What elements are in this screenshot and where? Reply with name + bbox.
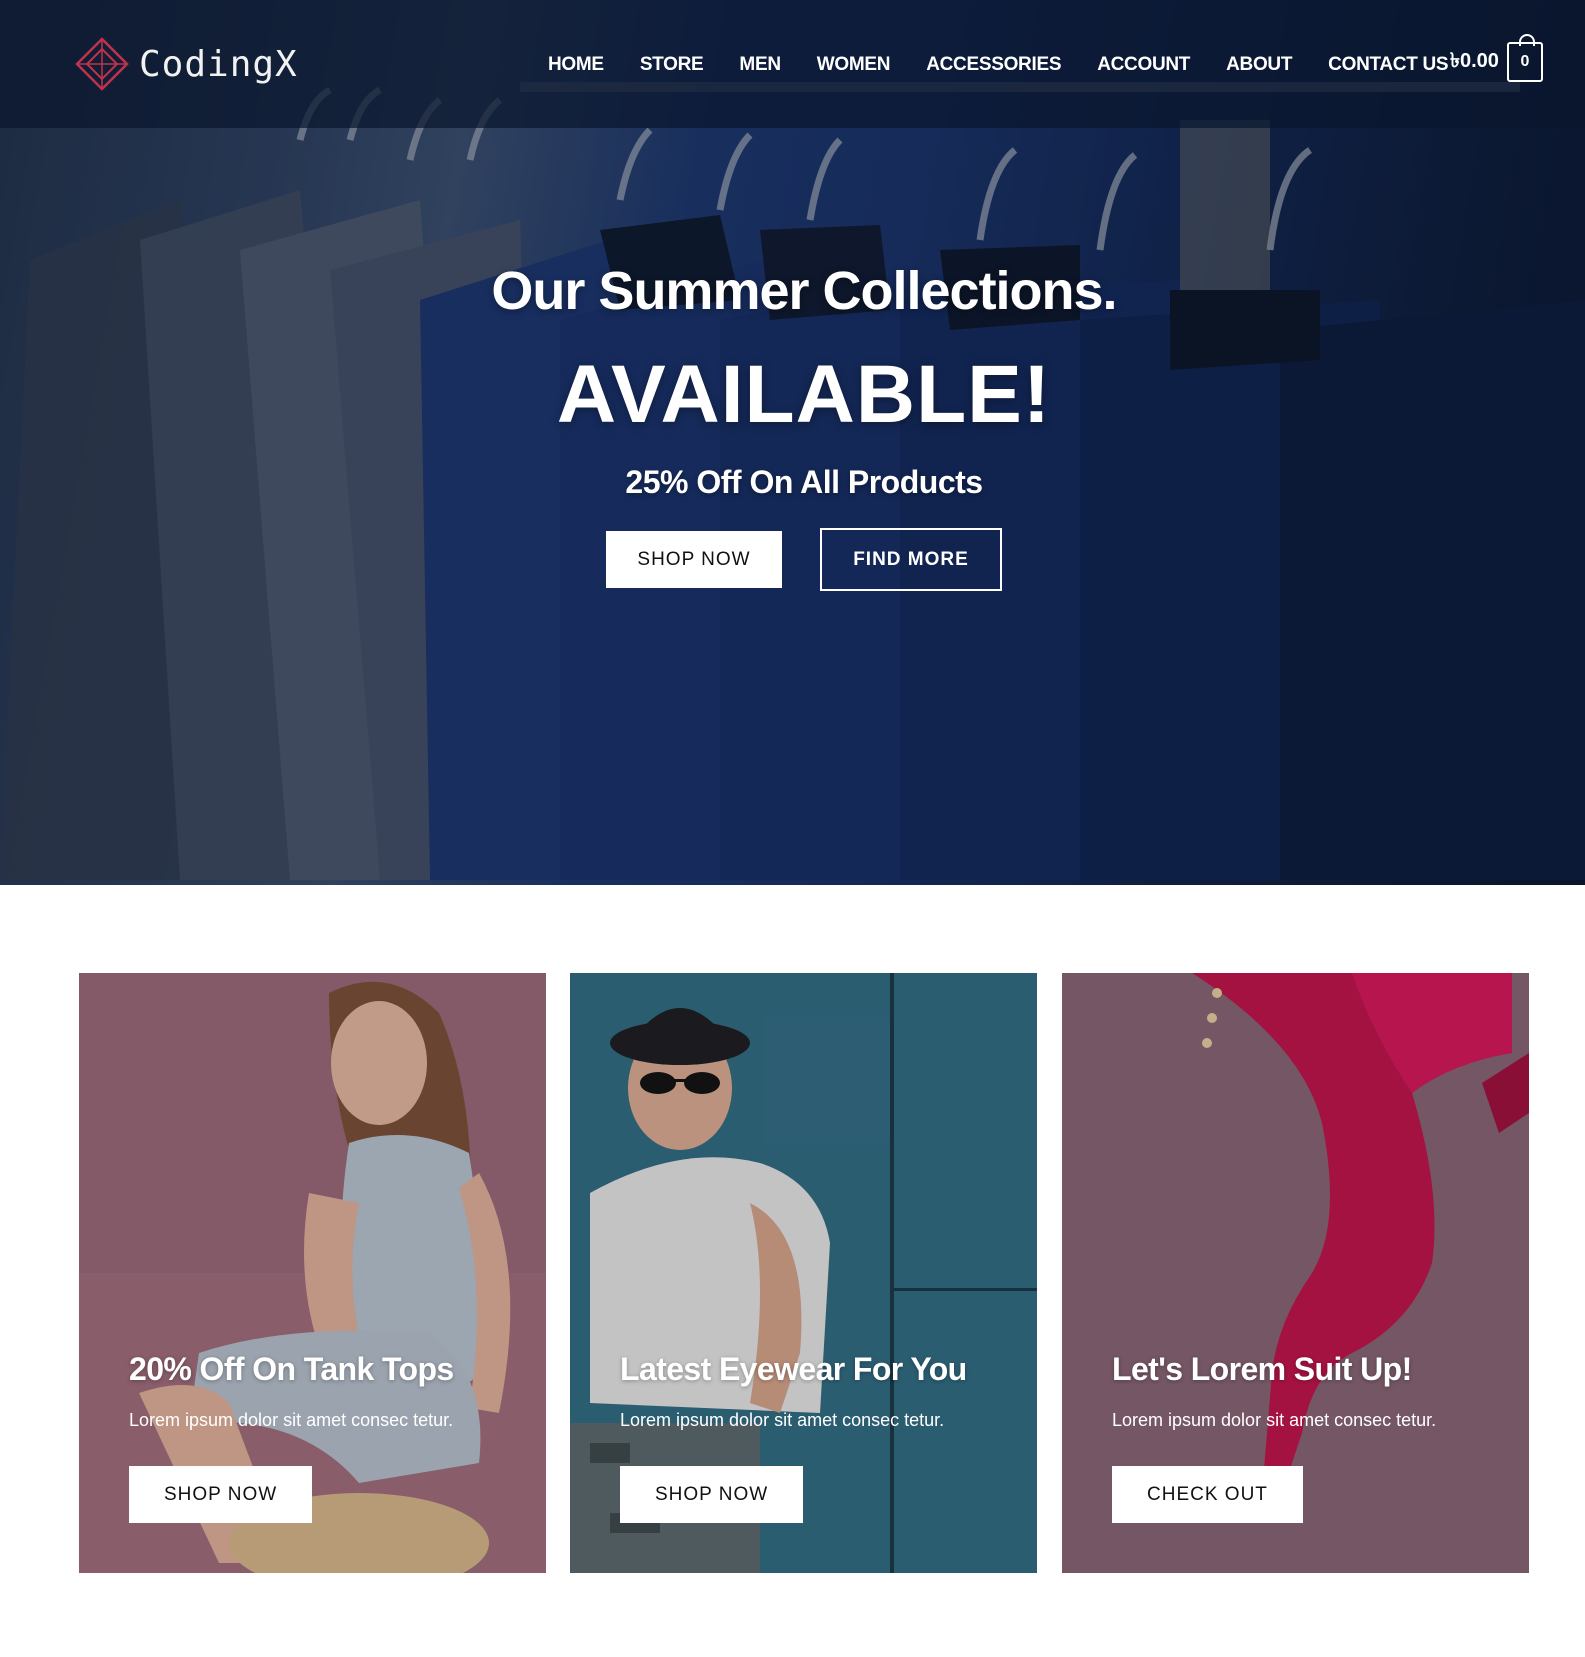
- card-title: 20% Off On Tank Tops: [129, 1351, 454, 1387]
- cart-button[interactable]: ৳0.00 0: [1450, 34, 1543, 82]
- nav-item-contact-us[interactable]: CONTACT US: [1328, 54, 1448, 76]
- shop-now-button[interactable]: SHOP NOW: [606, 531, 782, 588]
- brand-name: CodingX: [139, 43, 298, 85]
- card-description: Lorem ipsum dolor sit amet consec tetur.: [1112, 1410, 1437, 1430]
- check-out-button[interactable]: CHECK OUT: [1112, 1466, 1303, 1523]
- promo-card-suit-up: Let's Lorem Suit Up! Lorem ipsum dolor s…: [1062, 973, 1529, 1573]
- card-description: Lorem ipsum dolor sit amet consec tetur.: [129, 1410, 454, 1430]
- card-shop-now-button[interactable]: SHOP NOW: [129, 1466, 313, 1523]
- logo-diamond-icon: [75, 37, 129, 91]
- promo-cards: 20% Off On Tank Tops Lorem ipsum dolor s…: [79, 973, 1529, 1573]
- cart-count: 0: [1520, 53, 1530, 70]
- card-description: Lorem ipsum dolor sit amet consec tetur.: [620, 1410, 945, 1430]
- card-title: Let's Lorem Suit Up!: [1112, 1351, 1412, 1387]
- card-text: Latest Eyewear For You Lorem ipsum dolor…: [620, 1351, 967, 1431]
- top-navbar: CodingX HOME STORE MEN WOMEN ACCESSORIES…: [0, 0, 1585, 128]
- cart-total: ৳0.00: [1450, 49, 1499, 72]
- hero-subtitle: 25% Off On All Products: [625, 464, 983, 500]
- nav-item-men[interactable]: MEN: [739, 54, 781, 76]
- nav-item-home[interactable]: HOME: [548, 54, 604, 76]
- nav-item-account[interactable]: ACCOUNT: [1097, 54, 1190, 76]
- hero-buttons: SHOP NOW FIND MORE: [0, 528, 1585, 591]
- card-text: 20% Off On Tank Tops Lorem ipsum dolor s…: [129, 1351, 454, 1431]
- nav-item-store[interactable]: STORE: [640, 54, 704, 76]
- hero-section: CodingX HOME STORE MEN WOMEN ACCESSORIES…: [0, 0, 1585, 885]
- find-more-button[interactable]: FIND MORE: [820, 528, 1002, 591]
- promo-card-eyewear: Latest Eyewear For You Lorem ipsum dolor…: [570, 973, 1037, 1573]
- logo-link[interactable]: CodingX: [75, 37, 298, 91]
- card-shop-now-button[interactable]: SHOP NOW: [620, 1466, 804, 1523]
- hero-heading: Our Summer Collections.: [491, 261, 1117, 321]
- hero-content: Our Summer Collections. AVAILABLE! 25% O…: [0, 260, 1585, 591]
- nav-item-about[interactable]: ABOUT: [1226, 54, 1292, 76]
- main-nav: HOME STORE MEN WOMEN ACCESSORIES ACCOUNT…: [548, 50, 1484, 80]
- promo-card-tank-tops: 20% Off On Tank Tops Lorem ipsum dolor s…: [79, 973, 546, 1573]
- card-text: Let's Lorem Suit Up! Lorem ipsum dolor s…: [1112, 1351, 1436, 1431]
- hero-title: AVAILABLE!: [556, 349, 1052, 440]
- nav-item-women[interactable]: WOMEN: [817, 54, 891, 76]
- card-title: Latest Eyewear For You: [620, 1351, 967, 1387]
- nav-item-accessories[interactable]: ACCESSORIES: [926, 54, 1061, 76]
- shopping-bag-icon: 0: [1506, 34, 1543, 82]
